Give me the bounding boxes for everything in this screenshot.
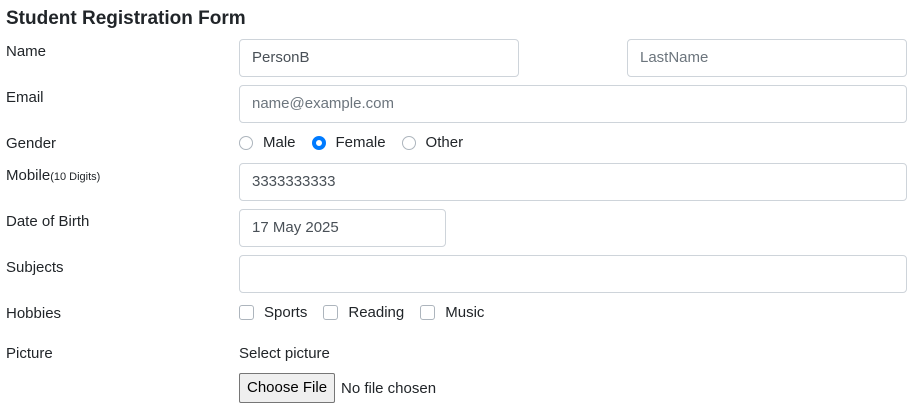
mobile-label-hint: (10 Digits)	[50, 171, 101, 183]
subjects-label: Subjects	[6, 259, 64, 276]
email-label: Email	[6, 89, 44, 106]
hobbies-label: Hobbies	[6, 305, 62, 322]
hobby-option-reading[interactable]: Reading	[323, 304, 404, 321]
gender-male-label: Male	[263, 134, 296, 151]
name-label: Name	[6, 43, 47, 60]
radio-male[interactable]	[239, 135, 253, 150]
radio-female[interactable]	[311, 135, 326, 150]
mobile-label: Mobile(10 Digits)	[6, 167, 100, 184]
radio-other[interactable]	[401, 135, 416, 150]
file-status-text: No file chosen	[341, 380, 437, 397]
choose-file-button[interactable]: Choose File	[239, 373, 336, 403]
hobby-option-music[interactable]: Music	[420, 304, 484, 321]
checkbox-music[interactable]	[420, 305, 436, 320]
hobby-reading-label: Reading	[348, 304, 405, 321]
gender-radio-group: Male Female Other	[239, 134, 479, 151]
picture-label: Picture	[6, 345, 53, 362]
subjects-input[interactable]	[239, 255, 907, 293]
hobby-music-label: Music	[445, 304, 485, 321]
dob-label: Date of Birth	[6, 213, 90, 230]
checkbox-reading[interactable]	[323, 305, 339, 320]
last-name-input[interactable]: LastName	[627, 39, 907, 77]
checkbox-sports[interactable]	[239, 305, 254, 320]
dob-input[interactable]: 17 May 2025	[239, 209, 446, 247]
form-title: Student Registration Form	[6, 8, 246, 29]
email-input[interactable]: name@example.com	[239, 85, 907, 123]
gender-option-male[interactable]: Male	[239, 134, 296, 151]
gender-label: Gender	[6, 135, 57, 152]
hobby-sports-label: Sports	[264, 304, 308, 321]
gender-female-label: Female	[335, 134, 386, 151]
select-picture-label: Select picture	[239, 345, 330, 362]
mobile-label-text: Mobile	[6, 167, 51, 184]
hobby-option-sports[interactable]: Sports	[239, 304, 307, 321]
gender-option-other[interactable]: Other	[401, 134, 464, 151]
mobile-input[interactable]: 3333333333	[239, 163, 907, 201]
gender-other-label: Other	[425, 134, 464, 151]
first-name-input[interactable]: PersonB	[239, 39, 519, 77]
hobbies-checkbox-group: Sports Reading Music	[239, 304, 500, 321]
gender-option-female[interactable]: Female	[311, 134, 386, 151]
